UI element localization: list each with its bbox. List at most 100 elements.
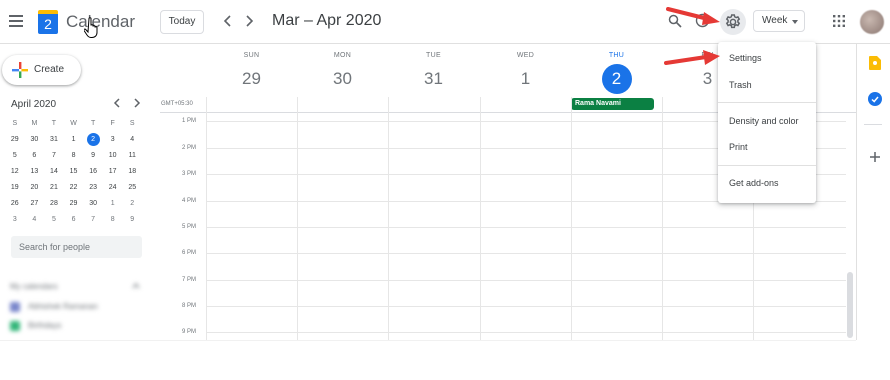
day-header[interactable]: TUE 31	[388, 52, 479, 92]
mini-calendar-week: 19 20 21 22 23 24 25	[5, 180, 142, 196]
mini-day[interactable]: 19	[5, 180, 25, 196]
day-number-today[interactable]: 2	[571, 64, 662, 94]
mini-day[interactable]: 12	[5, 164, 25, 180]
main-menu-icon[interactable]	[9, 15, 23, 27]
day-number[interactable]: 31	[388, 66, 479, 92]
bottom-edge	[0, 340, 856, 341]
hour-line	[206, 253, 846, 254]
date-range-title: Mar – Apr 2020	[272, 12, 382, 29]
mini-day[interactable]: 3	[5, 212, 25, 228]
mini-day[interactable]: 11	[122, 148, 142, 164]
chevron-up-icon[interactable]	[132, 282, 140, 290]
tasks-icon[interactable]	[868, 92, 882, 106]
mini-day-today[interactable]: 2	[83, 132, 103, 148]
mini-day[interactable]: 30	[83, 196, 103, 212]
create-button[interactable]: Create	[2, 55, 81, 85]
day-number[interactable]: 29	[206, 66, 297, 92]
mini-day[interactable]: 15	[64, 164, 84, 180]
mini-day[interactable]: 20	[25, 180, 45, 196]
mini-day[interactable]: 25	[122, 180, 142, 196]
mini-day[interactable]: 7	[83, 212, 103, 228]
view-selector[interactable]: Week	[753, 10, 805, 32]
day-column-divider	[297, 97, 298, 340]
timezone-label: GMT+05:30	[161, 101, 193, 107]
search-people-input[interactable]: Search for people	[11, 236, 142, 258]
mini-day[interactable]: 10	[103, 148, 123, 164]
mini-day[interactable]: 28	[44, 196, 64, 212]
menu-item-settings[interactable]: Settings	[729, 53, 762, 63]
calendar-logo-icon[interactable]: 2	[38, 10, 58, 34]
chevron-right-icon[interactable]	[132, 97, 142, 109]
all-day-event[interactable]: Rama Navami	[571, 98, 654, 110]
mini-day[interactable]: 2	[122, 196, 142, 212]
mini-day[interactable]: 24	[103, 180, 123, 196]
mini-day[interactable]: 6	[64, 212, 84, 228]
mini-day[interactable]: 17	[103, 164, 123, 180]
mini-day[interactable]: 29	[5, 132, 25, 148]
my-calendars-heading[interactable]: My calendars	[10, 282, 58, 291]
mini-day[interactable]: 21	[44, 180, 64, 196]
day-header[interactable]: MON 30	[297, 52, 388, 92]
mini-day[interactable]: 14	[44, 164, 64, 180]
mini-calendar-week: 5 6 7 8 9 10 11	[5, 148, 142, 164]
avatar[interactable]	[860, 10, 884, 34]
mini-day[interactable]: 7	[44, 148, 64, 164]
mini-day[interactable]: 8	[64, 148, 84, 164]
side-panel-divider	[856, 44, 857, 340]
menu-divider	[718, 165, 816, 166]
today-button[interactable]: Today	[160, 10, 204, 34]
day-column-divider	[206, 97, 207, 340]
chevron-left-icon[interactable]	[112, 97, 122, 109]
mini-calendar-weekdays: S M T W T F S	[5, 116, 142, 132]
mini-day[interactable]: 27	[25, 196, 45, 212]
mini-day[interactable]: 9	[83, 148, 103, 164]
mini-day[interactable]: 23	[83, 180, 103, 196]
app-title[interactable]: Calendar	[66, 12, 135, 32]
calendar-checkbox[interactable]	[10, 302, 20, 312]
annotation-arrow-icon	[666, 7, 720, 25]
chevron-right-icon[interactable]	[243, 14, 255, 28]
mini-day[interactable]: 31	[44, 132, 64, 148]
mini-day[interactable]: 18	[122, 164, 142, 180]
day-name: WED	[516, 52, 535, 59]
mini-day[interactable]: 6	[25, 148, 45, 164]
keep-icon[interactable]	[869, 56, 881, 70]
settings-dropdown-menu: Settings Trash Density and color Print G…	[718, 42, 816, 203]
mini-day[interactable]: 22	[64, 180, 84, 196]
menu-item-density-and-color[interactable]: Density and color	[729, 116, 799, 126]
menu-item-trash[interactable]: Trash	[729, 80, 752, 90]
mini-day-today-label: 2	[86, 133, 100, 146]
menu-item-get-add-ons[interactable]: Get add-ons	[729, 178, 779, 188]
chevron-left-icon[interactable]	[222, 14, 234, 28]
mini-day[interactable]: 30	[25, 132, 45, 148]
mini-day[interactable]: 5	[5, 148, 25, 164]
day-number[interactable]: 1	[480, 66, 571, 92]
calendar-checkbox[interactable]	[10, 321, 20, 331]
mini-day[interactable]: 4	[122, 132, 142, 148]
day-header-today[interactable]: THU 2	[571, 52, 662, 94]
hour-line	[206, 280, 846, 281]
add-icon[interactable]	[869, 151, 881, 163]
day-number[interactable]: 30	[297, 66, 388, 92]
mini-day[interactable]: 4	[25, 212, 45, 228]
mini-day[interactable]: 16	[83, 164, 103, 180]
weekday-label: S	[12, 120, 18, 127]
today-number: 2	[601, 64, 632, 94]
mini-day[interactable]: 29	[64, 196, 84, 212]
mini-day[interactable]: 9	[122, 212, 142, 228]
weekday-label: T	[51, 120, 57, 127]
day-header[interactable]: WED 1	[480, 52, 571, 92]
mini-day[interactable]: 13	[25, 164, 45, 180]
hour-label: 6 PM	[181, 250, 196, 256]
scrollbar-thumb[interactable]	[847, 272, 853, 338]
mini-day[interactable]: 8	[103, 212, 123, 228]
mini-day[interactable]: 3	[103, 132, 123, 148]
mini-calendar-week: 26 27 28 29 30 1 2	[5, 196, 142, 212]
mini-day[interactable]: 1	[64, 132, 84, 148]
mini-day[interactable]: 1	[103, 196, 123, 212]
day-header[interactable]: SUN 29	[206, 52, 297, 92]
mini-day[interactable]: 5	[44, 212, 64, 228]
mini-day[interactable]: 26	[5, 196, 25, 212]
apps-grid-icon[interactable]	[833, 15, 845, 27]
menu-item-print[interactable]: Print	[729, 142, 748, 152]
